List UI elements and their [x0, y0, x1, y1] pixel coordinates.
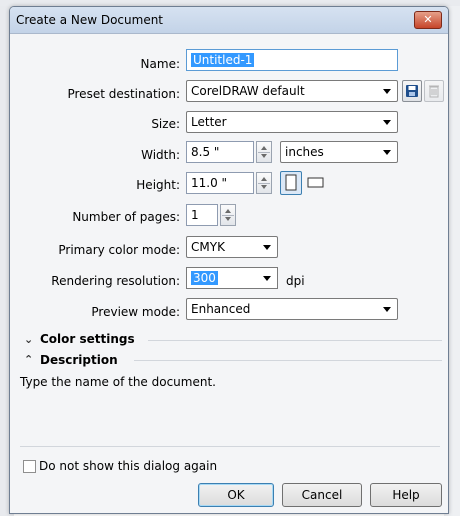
portrait-button[interactable]: [280, 171, 302, 195]
pages-stepper[interactable]: [220, 204, 236, 226]
close-icon: ✕: [423, 13, 433, 26]
landscape-icon: [307, 177, 324, 188]
resolution-unit: dpi: [286, 274, 305, 288]
delete-preset-button[interactable]: [424, 80, 444, 102]
preset-destination-label: Preset destination:: [67, 87, 180, 101]
expand-chevron-icon[interactable]: ⌄: [24, 333, 33, 346]
color-mode-label: Primary color mode:: [58, 243, 180, 257]
height-stepper[interactable]: [256, 172, 272, 194]
width-value: 8.5 ": [191, 145, 220, 159]
height-input[interactable]: 11.0 ": [186, 172, 254, 194]
description-header[interactable]: Description: [40, 353, 118, 367]
close-button[interactable]: ✕: [414, 11, 442, 29]
chevron-down-icon: [383, 150, 391, 155]
preview-mode-value: Enhanced: [191, 302, 251, 316]
units-select[interactable]: inches: [280, 141, 398, 163]
size-select[interactable]: Letter: [186, 111, 398, 133]
height-value: 11.0 ": [191, 176, 228, 190]
dialog-window: Create a New Document ✕ Name: Untitled-1…: [9, 6, 449, 514]
width-input[interactable]: 8.5 ": [186, 141, 254, 163]
pages-value: 1: [191, 208, 199, 222]
resolution-combo[interactable]: 300: [186, 267, 278, 289]
save-icon: [406, 85, 418, 97]
pages-label: Number of pages:: [72, 210, 180, 224]
dont-show-label: Do not show this dialog again: [39, 459, 218, 473]
divider: [134, 360, 442, 361]
color-mode-select[interactable]: CMYK: [186, 236, 278, 258]
width-stepper[interactable]: [256, 141, 272, 163]
title-bar: Create a New Document ✕: [10, 7, 448, 34]
name-label: Name:: [140, 57, 180, 71]
resolution-label: Rendering resolution:: [51, 274, 180, 288]
preset-destination-select[interactable]: CorelDRAW default: [186, 80, 398, 102]
preview-mode-label: Preview mode:: [91, 305, 180, 319]
chevron-down-icon: [263, 245, 271, 250]
size-label: Size:: [151, 117, 180, 131]
name-value: Untitled-1: [191, 53, 255, 67]
cancel-button[interactable]: Cancel: [282, 483, 362, 507]
landscape-button[interactable]: [305, 171, 327, 195]
trash-icon: [429, 85, 439, 98]
divider: [148, 340, 442, 341]
chevron-down-icon: [263, 276, 271, 281]
chevron-down-icon: [383, 307, 391, 312]
chevron-down-icon: [383, 120, 391, 125]
size-value: Letter: [191, 115, 227, 129]
color-mode-value: CMYK: [191, 240, 225, 254]
width-label: Width:: [141, 148, 180, 162]
footer-divider: [20, 446, 440, 447]
help-button[interactable]: Help: [370, 483, 442, 507]
resolution-value: 300: [191, 271, 218, 285]
description-text: Type the name of the document.: [20, 375, 216, 389]
preview-mode-select[interactable]: Enhanced: [186, 298, 398, 320]
pages-input[interactable]: 1: [186, 204, 218, 226]
portrait-icon: [285, 174, 297, 191]
ok-button[interactable]: OK: [198, 483, 274, 507]
name-input[interactable]: Untitled-1: [186, 49, 398, 71]
color-settings-header[interactable]: Color settings: [40, 332, 135, 346]
save-preset-button[interactable]: [402, 80, 422, 102]
height-label: Height:: [136, 178, 180, 192]
units-value: inches: [285, 145, 324, 159]
collapse-chevron-icon[interactable]: ⌃: [24, 353, 33, 366]
chevron-down-icon: [383, 89, 391, 94]
dont-show-checkbox[interactable]: [23, 460, 36, 473]
dialog-title: Create a New Document: [16, 13, 164, 27]
preset-destination-value: CorelDRAW default: [191, 84, 305, 98]
